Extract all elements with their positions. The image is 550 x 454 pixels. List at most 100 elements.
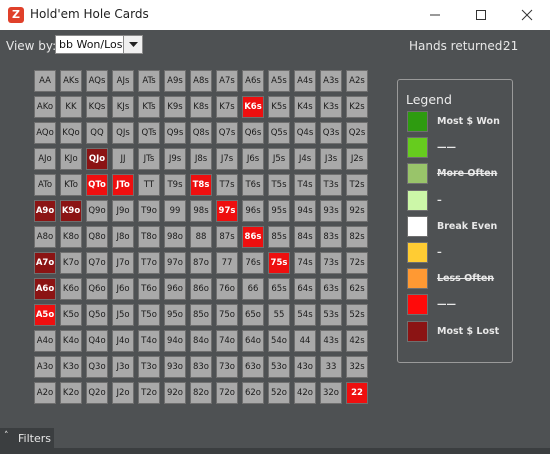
filters-toggle[interactable]: ˄ Filters (0, 428, 54, 448)
hand-cell[interactable]: KTs (138, 96, 160, 118)
hand-cell[interactable]: T9o (138, 200, 160, 222)
hand-cell[interactable]: J3s (320, 148, 342, 170)
chevron-down-icon[interactable] (123, 36, 142, 53)
hand-cell[interactable]: Q6o (86, 278, 108, 300)
hand-cell[interactable]: 72s (346, 252, 368, 274)
hand-cell[interactable]: T4s (294, 174, 316, 196)
hand-cell[interactable]: 92o (164, 382, 186, 404)
hand-cell[interactable]: AJo (34, 148, 56, 170)
hand-cell[interactable]: 82s (346, 226, 368, 248)
hand-cell[interactable]: QJo (86, 148, 108, 170)
hand-cell[interactable]: 73s (320, 252, 342, 274)
hand-cell[interactable]: QTs (138, 122, 160, 144)
hand-cell[interactable]: 83o (190, 356, 212, 378)
hand-cell[interactable]: T5s (268, 174, 290, 196)
hand-cell[interactable]: K4o (60, 330, 82, 352)
hand-cell[interactable]: T6s (242, 174, 264, 196)
hand-cell[interactable]: 54o (268, 330, 290, 352)
hand-cell[interactable]: 43s (320, 330, 342, 352)
hand-cell[interactable]: KK (60, 96, 82, 118)
hand-cell[interactable]: J7s (216, 148, 238, 170)
hand-cell[interactable]: Q8s (190, 122, 212, 144)
hand-cell[interactable]: K5s (268, 96, 290, 118)
hand-cell[interactable]: AA (34, 70, 56, 92)
hand-cell[interactable]: A2o (34, 382, 56, 404)
hand-cell[interactable]: 95o (164, 304, 186, 326)
hand-cell[interactable]: 65o (242, 304, 264, 326)
hand-cell[interactable]: J6o (112, 278, 134, 300)
hand-cell[interactable]: J8o (112, 226, 134, 248)
hand-cell[interactable]: 93s (320, 200, 342, 222)
hand-cell[interactable]: A4s (294, 70, 316, 92)
hand-cell[interactable]: A6s (242, 70, 264, 92)
hand-cell[interactable]: 52o (268, 382, 290, 404)
hand-cell[interactable]: J7o (112, 252, 134, 274)
hand-cell[interactable]: JJ (112, 148, 134, 170)
hand-cell[interactable]: 32s (346, 356, 368, 378)
hand-cell[interactable]: Q7o (86, 252, 108, 274)
hand-cell[interactable]: Q7s (216, 122, 238, 144)
hand-cell[interactable]: 53o (268, 356, 290, 378)
hand-cell[interactable]: 96s (242, 200, 264, 222)
hand-cell[interactable]: Q4s (294, 122, 316, 144)
hand-cell[interactable]: J4s (294, 148, 316, 170)
hand-cell[interactable]: 97o (164, 252, 186, 274)
hand-cell[interactable]: 32o (320, 382, 342, 404)
hand-cell[interactable]: 87s (216, 226, 238, 248)
hand-cell[interactable]: Q8o (86, 226, 108, 248)
hand-cell[interactable]: 63o (242, 356, 264, 378)
hand-cell[interactable]: K9s (164, 96, 186, 118)
hand-cell[interactable]: J2s (346, 148, 368, 170)
hand-cell[interactable]: 62s (346, 278, 368, 300)
hand-cell[interactable]: A7o (34, 252, 56, 274)
hand-cell[interactable]: Q2o (86, 382, 108, 404)
hand-cell[interactable]: 63s (320, 278, 342, 300)
hand-cell[interactable]: J9s (164, 148, 186, 170)
hand-cell[interactable]: JTs (138, 148, 160, 170)
hand-cell[interactable]: A3s (320, 70, 342, 92)
hand-cell[interactable]: 98o (164, 226, 186, 248)
hand-cell[interactable]: J2o (112, 382, 134, 404)
hand-cell[interactable]: Q3o (86, 356, 108, 378)
hand-cell[interactable]: A6o (34, 278, 56, 300)
hand-cell[interactable]: K7s (216, 96, 238, 118)
hand-cell[interactable]: TT (138, 174, 160, 196)
hand-cell[interactable]: Q9s (164, 122, 186, 144)
hand-cell[interactable]: 75s (268, 252, 290, 274)
hand-cell[interactable]: T7s (216, 174, 238, 196)
hand-cell[interactable]: 94s (294, 200, 316, 222)
hand-cell[interactable]: K9o (60, 200, 82, 222)
hand-cell[interactable]: T4o (138, 330, 160, 352)
hand-cell[interactable]: 66 (242, 278, 264, 300)
hand-cell[interactable]: J3o (112, 356, 134, 378)
hand-cell[interactable]: A9o (34, 200, 56, 222)
hand-cell[interactable]: 96o (164, 278, 186, 300)
hand-cell[interactable]: A8s (190, 70, 212, 92)
hand-cell[interactable]: T3o (138, 356, 160, 378)
hand-cell[interactable]: KTo (60, 174, 82, 196)
hand-cell[interactable]: 74o (216, 330, 238, 352)
hand-cell[interactable]: K3o (60, 356, 82, 378)
hand-cell[interactable]: 42o (294, 382, 316, 404)
hand-cell[interactable]: J5s (268, 148, 290, 170)
hand-cell[interactable]: Q4o (86, 330, 108, 352)
maximize-button[interactable] (458, 0, 504, 30)
hand-cell[interactable]: J8s (190, 148, 212, 170)
minimize-button[interactable] (412, 0, 458, 30)
hand-cell[interactable]: K8o (60, 226, 82, 248)
hand-cell[interactable]: A4o (34, 330, 56, 352)
hand-cell[interactable]: T5o (138, 304, 160, 326)
hand-cell[interactable]: T8o (138, 226, 160, 248)
hand-cell[interactable]: Q5s (268, 122, 290, 144)
hand-cell[interactable]: Q5o (86, 304, 108, 326)
hand-cell[interactable]: 99 (164, 200, 186, 222)
hand-cell[interactable]: 73o (216, 356, 238, 378)
hand-cell[interactable]: QTo (86, 174, 108, 196)
hand-cell[interactable]: 98s (190, 200, 212, 222)
hand-cell[interactable]: J6s (242, 148, 264, 170)
hand-cell[interactable]: T2o (138, 382, 160, 404)
hand-cell[interactable]: AQo (34, 122, 56, 144)
hand-cell[interactable]: A2s (346, 70, 368, 92)
hand-cell[interactable]: 62o (242, 382, 264, 404)
hand-cell[interactable]: 97s (216, 200, 238, 222)
